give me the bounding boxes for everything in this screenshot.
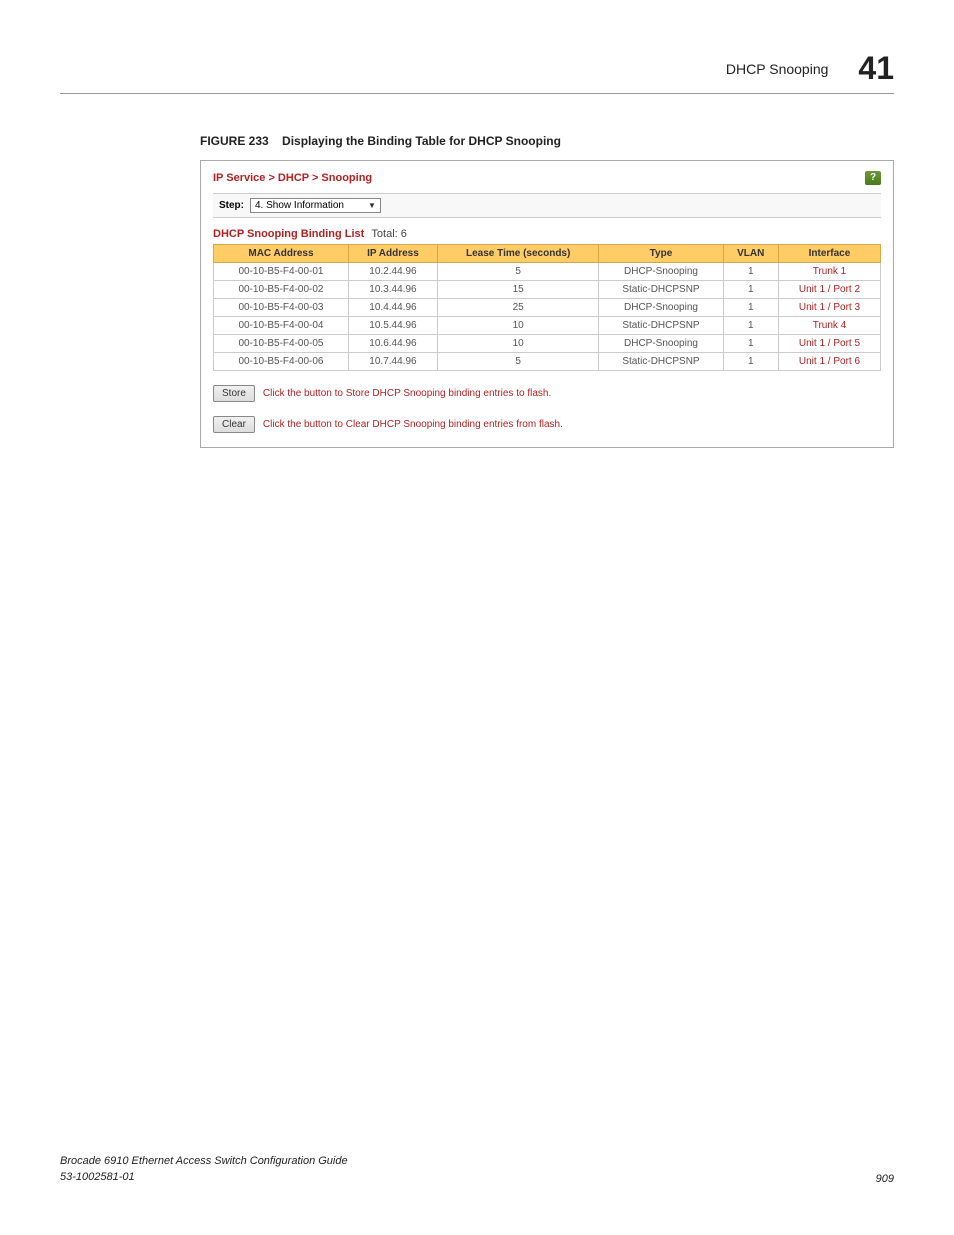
cell-iface: Trunk 1 bbox=[778, 263, 880, 281]
cell-ip: 10.2.44.96 bbox=[348, 263, 437, 281]
step-select[interactable]: 4. Show Information ▼ bbox=[250, 198, 381, 213]
list-total: Total: 6 bbox=[371, 228, 406, 240]
table-row: 00-10-B5-F4-00-0110.2.44.965DHCP-Snoopin… bbox=[214, 263, 881, 281]
cell-type: DHCP-Snooping bbox=[599, 263, 723, 281]
figure-caption: FIGURE 233 Displaying the Binding Table … bbox=[200, 134, 894, 148]
cell-mac: 00-10-B5-F4-00-06 bbox=[214, 353, 349, 371]
store-description: Click the button to Store DHCP Snooping … bbox=[263, 388, 551, 399]
cell-ip: 10.7.44.96 bbox=[348, 353, 437, 371]
clear-button[interactable]: Clear bbox=[213, 416, 255, 433]
cell-ip: 10.3.44.96 bbox=[348, 281, 437, 299]
col-vlan: VLAN bbox=[723, 245, 778, 263]
binding-list-title: DHCP Snooping Binding List Total: 6 bbox=[213, 228, 881, 240]
cell-mac: 00-10-B5-F4-00-05 bbox=[214, 335, 349, 353]
header-title: DHCP Snooping bbox=[726, 61, 828, 77]
cell-iface: Trunk 4 bbox=[778, 317, 880, 335]
chapter-number: 41 bbox=[858, 50, 894, 87]
cell-lease: 5 bbox=[437, 353, 598, 371]
cell-vlan: 1 bbox=[723, 335, 778, 353]
col-iface: Interface bbox=[778, 245, 880, 263]
table-row: 00-10-B5-F4-00-0510.6.44.9610DHCP-Snoopi… bbox=[214, 335, 881, 353]
footer-docnum: 53-1002581-01 bbox=[60, 1170, 348, 1185]
clear-row: Clear Click the button to Clear DHCP Sno… bbox=[213, 416, 881, 433]
cell-vlan: 1 bbox=[723, 263, 778, 281]
config-panel: IP Service > DHCP > Snooping ? Step: 4. … bbox=[200, 160, 894, 448]
col-ip: IP Address bbox=[348, 245, 437, 263]
cell-iface: Unit 1 / Port 5 bbox=[778, 335, 880, 353]
cell-iface: Unit 1 / Port 2 bbox=[778, 281, 880, 299]
cell-ip: 10.5.44.96 bbox=[348, 317, 437, 335]
cell-type: DHCP-Snooping bbox=[599, 335, 723, 353]
table-row: 00-10-B5-F4-00-0310.4.44.9625DHCP-Snoopi… bbox=[214, 299, 881, 317]
step-label: Step: bbox=[219, 200, 244, 211]
page-number: 909 bbox=[876, 1173, 894, 1185]
cell-mac: 00-10-B5-F4-00-03 bbox=[214, 299, 349, 317]
store-button[interactable]: Store bbox=[213, 385, 255, 402]
page-footer: Brocade 6910 Ethernet Access Switch Conf… bbox=[60, 1154, 894, 1185]
cell-type: DHCP-Snooping bbox=[599, 299, 723, 317]
cell-lease: 25 bbox=[437, 299, 598, 317]
help-icon[interactable]: ? bbox=[865, 171, 881, 185]
step-bar: Step: 4. Show Information ▼ bbox=[213, 193, 881, 218]
cell-ip: 10.6.44.96 bbox=[348, 335, 437, 353]
clear-description: Click the button to Clear DHCP Snooping … bbox=[263, 419, 563, 430]
cell-vlan: 1 bbox=[723, 299, 778, 317]
col-lease: Lease Time (seconds) bbox=[437, 245, 598, 263]
cell-ip: 10.4.44.96 bbox=[348, 299, 437, 317]
cell-type: Static-DHCPSNP bbox=[599, 317, 723, 335]
cell-vlan: 1 bbox=[723, 317, 778, 335]
list-title-text: DHCP Snooping Binding List bbox=[213, 228, 364, 240]
figure-label: FIGURE 233 bbox=[200, 134, 269, 148]
table-row: 00-10-B5-F4-00-0210.3.44.9615Static-DHCP… bbox=[214, 281, 881, 299]
cell-type: Static-DHCPSNP bbox=[599, 353, 723, 371]
cell-iface: Unit 1 / Port 3 bbox=[778, 299, 880, 317]
cell-lease: 5 bbox=[437, 263, 598, 281]
page-header: DHCP Snooping 41 bbox=[60, 50, 894, 94]
binding-table: MAC Address IP Address Lease Time (secon… bbox=[213, 244, 881, 371]
figure-text: Displaying the Binding Table for DHCP Sn… bbox=[282, 134, 561, 148]
breadcrumb-path: IP Service > DHCP > Snooping bbox=[213, 172, 372, 184]
cell-vlan: 1 bbox=[723, 353, 778, 371]
cell-mac: 00-10-B5-F4-00-04 bbox=[214, 317, 349, 335]
cell-mac: 00-10-B5-F4-00-02 bbox=[214, 281, 349, 299]
col-type: Type bbox=[599, 245, 723, 263]
chevron-down-icon: ▼ bbox=[368, 201, 376, 210]
cell-mac: 00-10-B5-F4-00-01 bbox=[214, 263, 349, 281]
cell-vlan: 1 bbox=[723, 281, 778, 299]
step-value: 4. Show Information bbox=[255, 200, 344, 211]
table-header-row: MAC Address IP Address Lease Time (secon… bbox=[214, 245, 881, 263]
cell-lease: 10 bbox=[437, 335, 598, 353]
store-row: Store Click the button to Store DHCP Sno… bbox=[213, 385, 881, 402]
breadcrumb: IP Service > DHCP > Snooping ? bbox=[213, 171, 881, 185]
cell-type: Static-DHCPSNP bbox=[599, 281, 723, 299]
col-mac: MAC Address bbox=[214, 245, 349, 263]
table-row: 00-10-B5-F4-00-0410.5.44.9610Static-DHCP… bbox=[214, 317, 881, 335]
cell-lease: 10 bbox=[437, 317, 598, 335]
footer-guide: Brocade 6910 Ethernet Access Switch Conf… bbox=[60, 1154, 348, 1169]
cell-lease: 15 bbox=[437, 281, 598, 299]
cell-iface: Unit 1 / Port 6 bbox=[778, 353, 880, 371]
table-row: 00-10-B5-F4-00-0610.7.44.965Static-DHCPS… bbox=[214, 353, 881, 371]
